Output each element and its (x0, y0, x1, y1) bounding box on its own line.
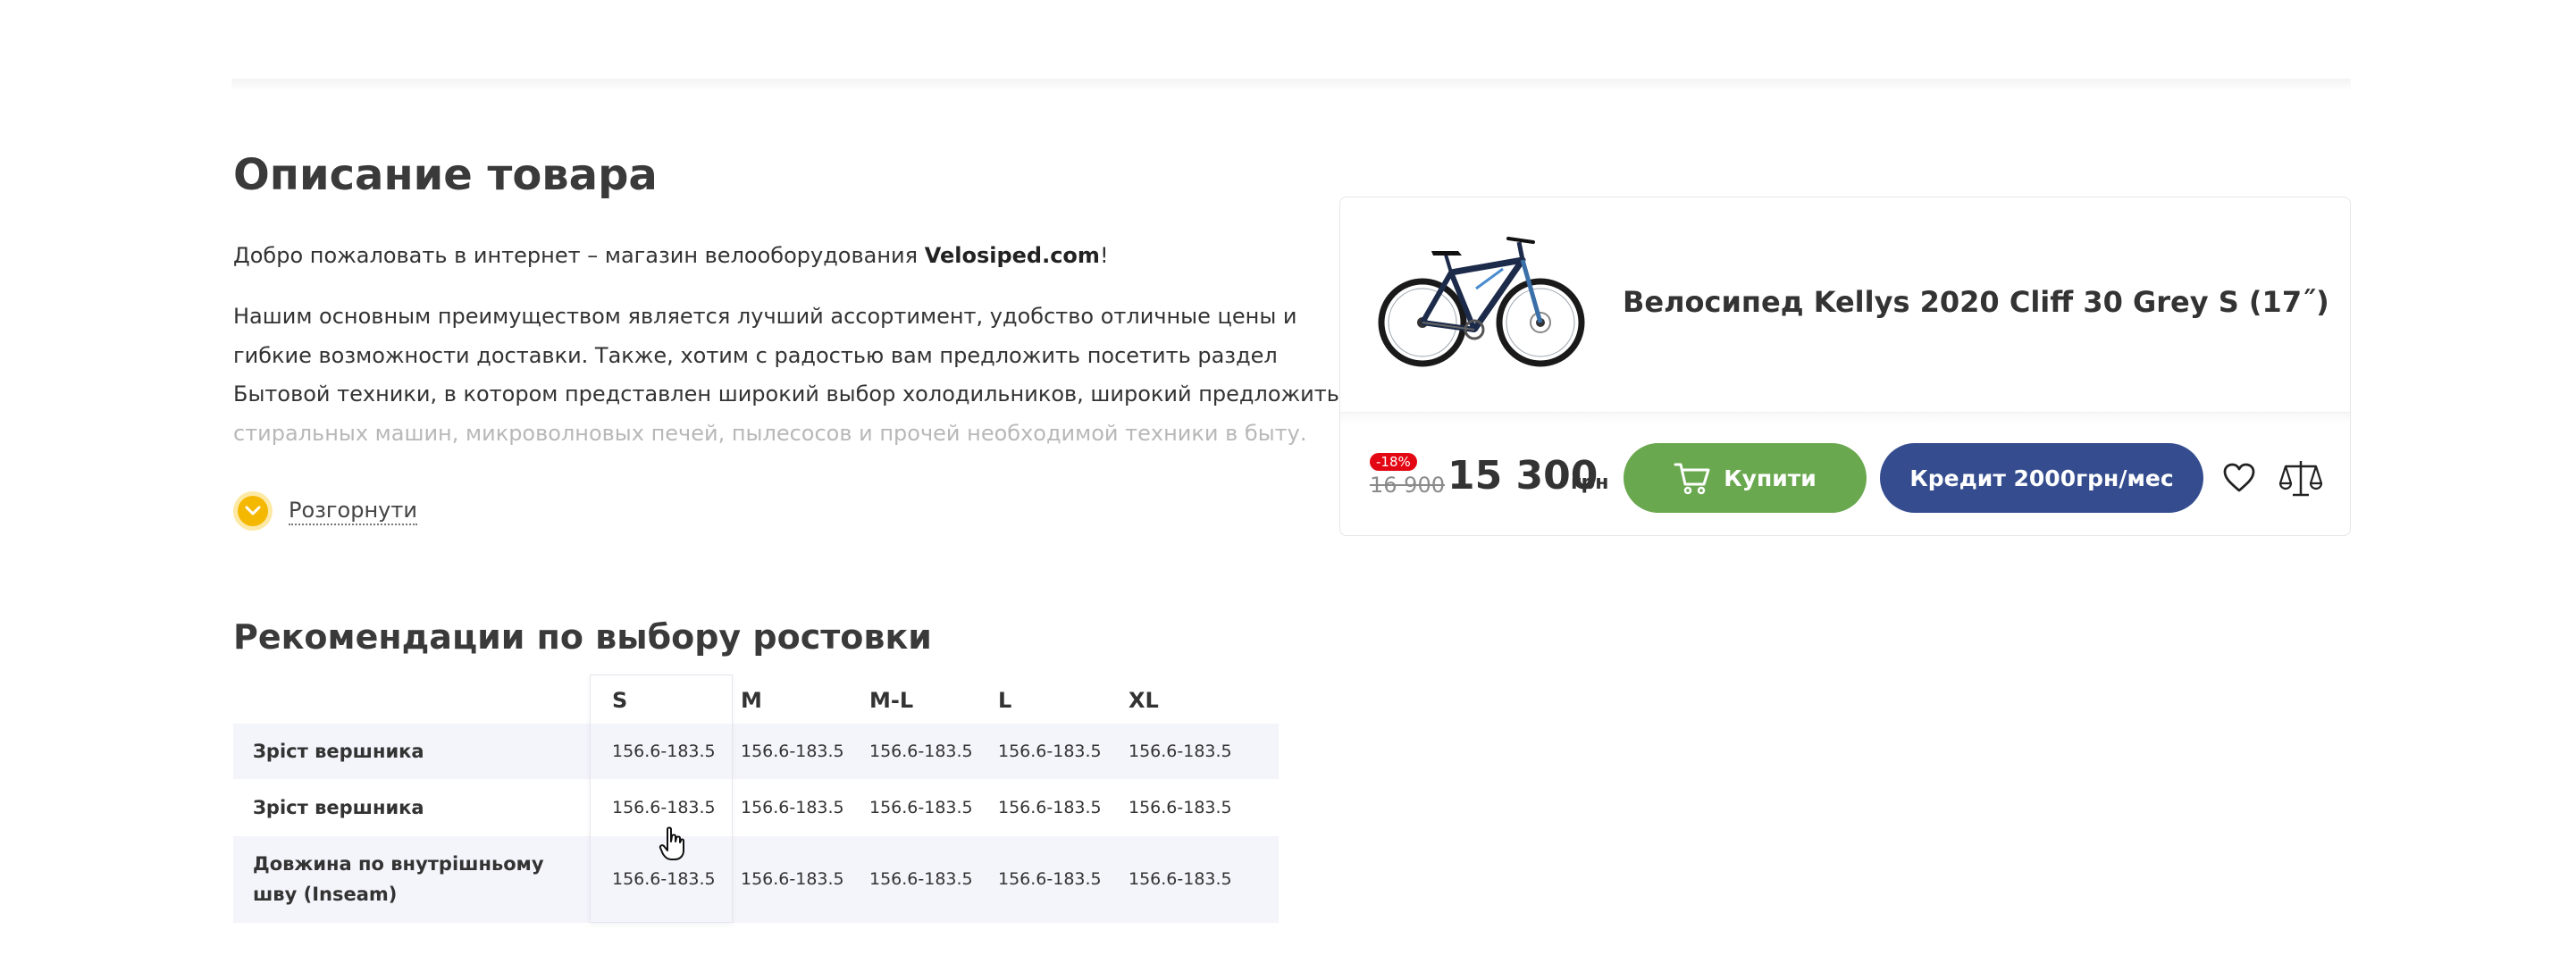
cart-icon (1674, 463, 1710, 495)
table-row: Зріст вершника 156.6-183.5 156.6-183.5 1… (233, 724, 1279, 779)
size-guide-table: Зріст вершника 156.6-183.5 156.6-183.5 1… (233, 675, 1279, 925)
table-row: Зріст вершника 156.6-183.5 156.6-183.5 1… (233, 779, 1279, 836)
description-line: гибкие возможности доставки. Также, хоти… (233, 342, 1278, 368)
size-column-l[interactable]: L (998, 688, 1011, 713)
expand-label[interactable]: Розгорнути (289, 497, 417, 525)
description-intro: Добро пожаловать в интернет – магазин ве… (233, 243, 1109, 268)
table-cell: 156.6-183.5 (869, 798, 973, 817)
bicycle-image[interactable] (1369, 226, 1592, 378)
discount-badge: -18% (1370, 453, 1417, 471)
product-name[interactable]: Велосипед Kellys 2020 Cliff 30 Grey S (1… (1623, 285, 2329, 319)
scales-icon[interactable] (2278, 458, 2323, 498)
expand-icon-wrap[interactable] (233, 491, 273, 531)
hand-cursor-icon (659, 826, 684, 860)
description-line-faded: стиральных машин, микроволновых печей, п… (233, 420, 1307, 446)
expand-toggle[interactable]: Розгорнути (233, 491, 417, 531)
table-cell: 156.6-183.5 (869, 869, 973, 889)
table-cell: 156.6-183.5 (869, 742, 973, 761)
old-price: 16 900 (1370, 473, 1445, 498)
size-guide-title: Рекомендации по выбору ростовки (233, 617, 932, 657)
table-row: Довжина по внутрішньому шву (Inseam) 156… (233, 836, 1279, 923)
top-divider-shadow (231, 79, 2351, 91)
chevron-down-icon (245, 506, 261, 515)
table-cell: 156.6-183.5 (741, 798, 844, 817)
heart-icon[interactable] (2221, 460, 2257, 496)
size-column-xl[interactable]: XL (1129, 688, 1159, 713)
description-body: Нашим основным преимуществом является лу… (233, 297, 1339, 453)
row-label: Довжина по внутрішньому (253, 853, 544, 875)
table-cell: 156.6-183.5 (998, 869, 1102, 889)
size-column-m-l[interactable]: M-L (869, 688, 913, 713)
description-line: Нашим основным преимуществом является лу… (233, 304, 1297, 329)
table-cell: 156.6-183.5 (741, 869, 844, 889)
table-cell: 156.6-183.5 (1129, 798, 1232, 817)
size-column-m[interactable]: M (741, 688, 762, 713)
table-cell: 156.6-183.5 (1129, 869, 1232, 889)
product-card: Велосипед Kellys 2020 Cliff 30 Grey S (1… (1339, 197, 2351, 536)
buy-button-label: Купити (1724, 465, 1817, 491)
table-header: S M M-L L XL (233, 675, 1279, 724)
row-label: Зріст вершника (253, 797, 424, 818)
selected-size-column-highlight (590, 675, 733, 923)
table-cell: 156.6-183.5 (741, 742, 844, 761)
price-currency: грн (1571, 472, 1609, 494)
description-title: Описание товара (233, 150, 658, 200)
table-cell: 156.6-183.5 (998, 798, 1102, 817)
credit-button[interactable]: Кредит 2000грн/мес (1880, 443, 2203, 513)
row-label: Зріст вершника (253, 741, 424, 762)
description-line: Бытовой техники, в котором представлен ш… (233, 381, 1339, 406)
table-cell: 156.6-183.5 (1129, 742, 1232, 761)
buy-button[interactable]: Купити (1624, 443, 1867, 513)
table-cell: 156.6-183.5 (998, 742, 1102, 761)
brand-name: Velosiped.com (924, 243, 1100, 268)
row-label: шву (Inseam) (253, 884, 398, 905)
